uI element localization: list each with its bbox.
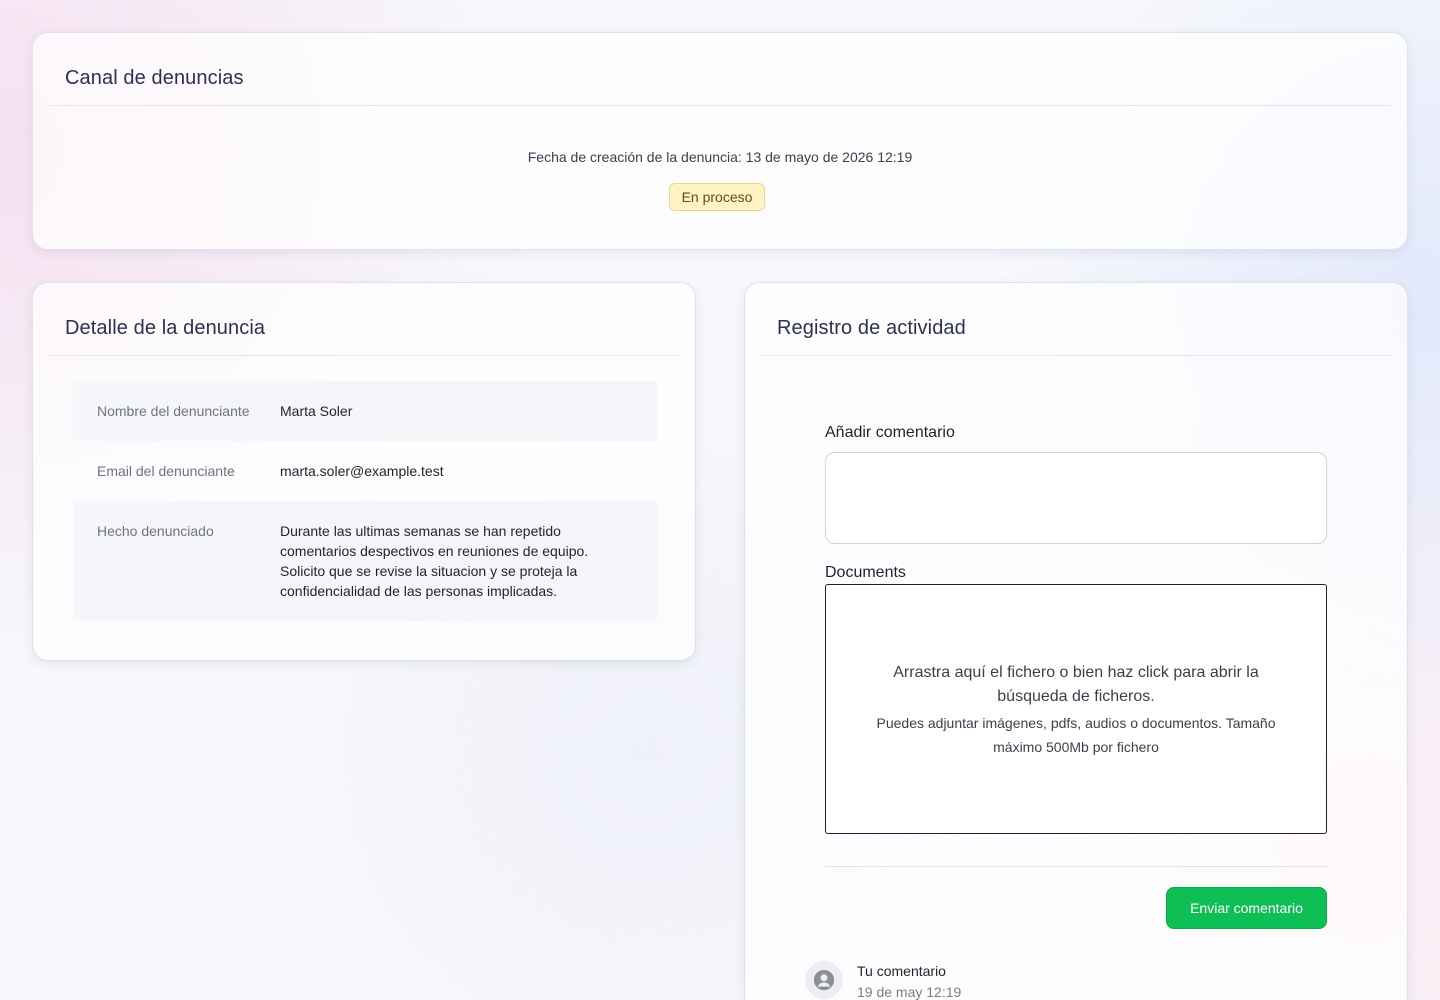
detail-row-name: Nombre del denunciante Marta Soler	[73, 381, 657, 441]
status-badge: En proceso	[669, 183, 765, 211]
activity-card: Registro de actividad Añadir comentario …	[744, 282, 1408, 1000]
comment-label: Añadir comentario	[825, 424, 955, 441]
detail-list: Nombre del denunciante Marta Soler Email…	[73, 381, 657, 621]
dropzone-hint: Puedes adjuntar imágenes, pdfs, audios o…	[876, 715, 1276, 755]
detail-card: Detalle de la denuncia Nombre del denunc…	[32, 282, 696, 661]
user-circle-icon	[813, 969, 835, 991]
detail-label: Email del denunciante	[97, 463, 235, 479]
detail-row-fact: Hecho denunciado Durante las ultimas sem…	[73, 501, 657, 621]
reporter-name: Marta Soler	[280, 403, 353, 419]
user-avatar-icon	[805, 961, 843, 999]
creation-date: Fecha de creación de la denuncia: 13 de …	[527, 149, 913, 165]
documents-label: Documents	[825, 564, 906, 581]
comment-textarea[interactable]	[825, 452, 1327, 544]
activity-card-title: Registro de actividad	[777, 317, 966, 339]
page-title: Canal de denuncias	[65, 67, 244, 89]
activity-divider	[761, 355, 1391, 356]
header-divider	[49, 105, 1391, 106]
dropzone-instructions: Arrastra aquí el fichero o bien haz clic…	[893, 664, 1259, 705]
activity-item-time: 19 de may 12:19	[857, 984, 962, 1000]
reporter-email: marta.soler@example.test	[280, 463, 444, 479]
form-divider	[825, 866, 1327, 867]
detail-divider	[49, 355, 679, 356]
activity-item-title: Tu comentario	[857, 963, 946, 979]
detail-label: Nombre del denunciante	[97, 403, 250, 419]
detail-label: Hecho denunciado	[97, 523, 214, 539]
canal-card: Canal de denuncias Fecha de creación de …	[32, 32, 1408, 250]
send-comment-button[interactable]: Enviar comentario	[1166, 887, 1327, 929]
reported-fact: Durante las ultimas semanas se han repet…	[280, 523, 589, 599]
detail-row-email: Email del denunciante marta.soler@exampl…	[73, 441, 657, 501]
file-dropzone[interactable]: Arrastra aquí el fichero o bien haz clic…	[825, 584, 1327, 834]
detail-title: Detalle de la denuncia	[65, 317, 266, 339]
